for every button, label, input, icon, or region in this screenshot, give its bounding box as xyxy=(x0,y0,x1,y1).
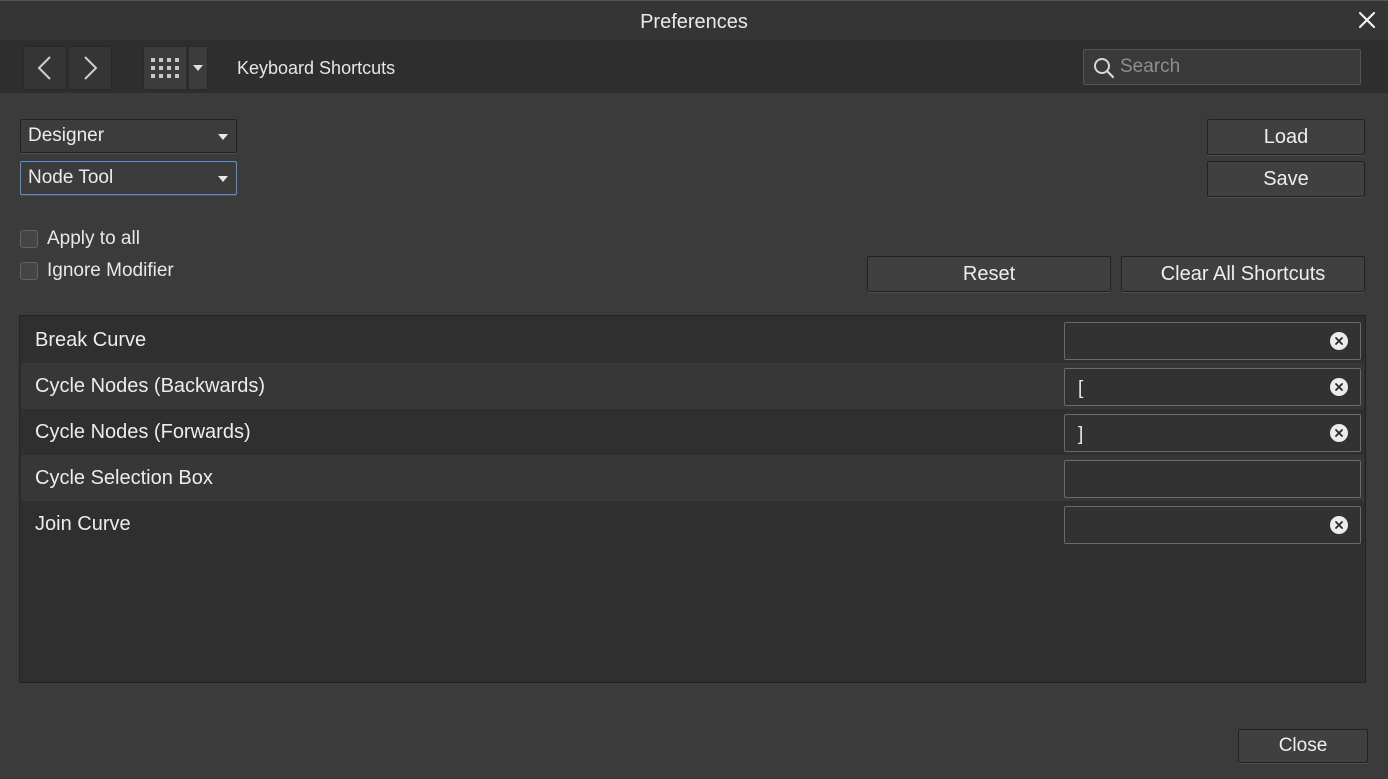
shortcut-name: Join Curve xyxy=(35,513,131,535)
title-bar: Preferences xyxy=(0,0,1388,40)
shortcut-field[interactable] xyxy=(1064,322,1361,360)
clear-shortcut-icon[interactable] xyxy=(1330,378,1348,396)
chevron-left-icon xyxy=(37,56,51,80)
toolbar: Keyboard Shortcuts xyxy=(0,40,1388,93)
search-box[interactable] xyxy=(1083,49,1361,85)
apply-to-all-label: Apply to all xyxy=(47,228,140,249)
window-title: Preferences xyxy=(640,11,748,33)
search-input[interactable] xyxy=(1120,54,1350,80)
grid-view-dropdown[interactable] xyxy=(188,46,208,90)
app-select-value: Designer xyxy=(28,125,105,146)
apply-to-all-checkbox[interactable] xyxy=(20,230,38,248)
table-row: Cycle Nodes (Forwards) ] xyxy=(21,409,1364,455)
grid-view-button[interactable] xyxy=(143,46,187,90)
shortcut-key: ] xyxy=(1078,424,1084,445)
clear-shortcut-icon[interactable] xyxy=(1330,516,1348,534)
back-button[interactable] xyxy=(23,46,67,90)
shortcut-name: Cycle Selection Box xyxy=(35,467,213,489)
shortcut-name: Break Curve xyxy=(35,329,147,351)
load-button[interactable]: Load xyxy=(1207,119,1365,155)
shortcut-key: [ xyxy=(1078,378,1084,399)
ignore-modifier-checkbox[interactable] xyxy=(20,262,38,280)
table-row: Cycle Selection Box xyxy=(21,455,1364,501)
caret-down-icon xyxy=(218,176,228,182)
apply-to-all-option[interactable]: Apply to all xyxy=(20,228,140,250)
search-icon xyxy=(1094,58,1115,79)
shortcut-field[interactable] xyxy=(1064,506,1361,544)
clear-shortcut-icon[interactable] xyxy=(1330,424,1348,442)
ignore-modifier-label: Ignore Modifier xyxy=(47,260,174,281)
ignore-modifier-option[interactable]: Ignore Modifier xyxy=(20,260,174,282)
table-row: Cycle Nodes (Backwards) [ xyxy=(21,363,1364,409)
grid-icon xyxy=(151,58,179,78)
clear-all-shortcuts-button[interactable]: Clear All Shortcuts xyxy=(1121,256,1365,292)
forward-button[interactable] xyxy=(68,46,112,90)
save-button[interactable]: Save xyxy=(1207,161,1365,197)
app-select[interactable]: Designer xyxy=(20,119,237,153)
tool-select[interactable]: Node Tool xyxy=(20,161,237,195)
caret-down-icon xyxy=(193,65,203,71)
shortcut-name: Cycle Nodes (Forwards) xyxy=(35,421,251,443)
close-button[interactable]: Close xyxy=(1238,729,1368,763)
table-row: Join Curve xyxy=(21,501,1364,547)
shortcuts-table: Break Curve Cycle Nodes (Backwards) [ Cy… xyxy=(19,315,1366,683)
reset-button[interactable]: Reset xyxy=(867,256,1111,292)
section-label: Keyboard Shortcuts xyxy=(237,58,396,78)
tool-select-value: Node Tool xyxy=(28,167,114,188)
shortcut-name: Cycle Nodes (Backwards) xyxy=(35,375,266,397)
shortcut-field[interactable] xyxy=(1064,460,1361,498)
clear-shortcut-icon[interactable] xyxy=(1330,332,1348,350)
caret-down-icon xyxy=(218,134,228,140)
chevron-right-icon xyxy=(84,56,98,80)
shortcut-field[interactable]: [ xyxy=(1064,368,1361,406)
table-row: Break Curve xyxy=(21,317,1364,363)
close-window-icon[interactable] xyxy=(1354,7,1380,33)
shortcut-field[interactable]: ] xyxy=(1064,414,1361,452)
